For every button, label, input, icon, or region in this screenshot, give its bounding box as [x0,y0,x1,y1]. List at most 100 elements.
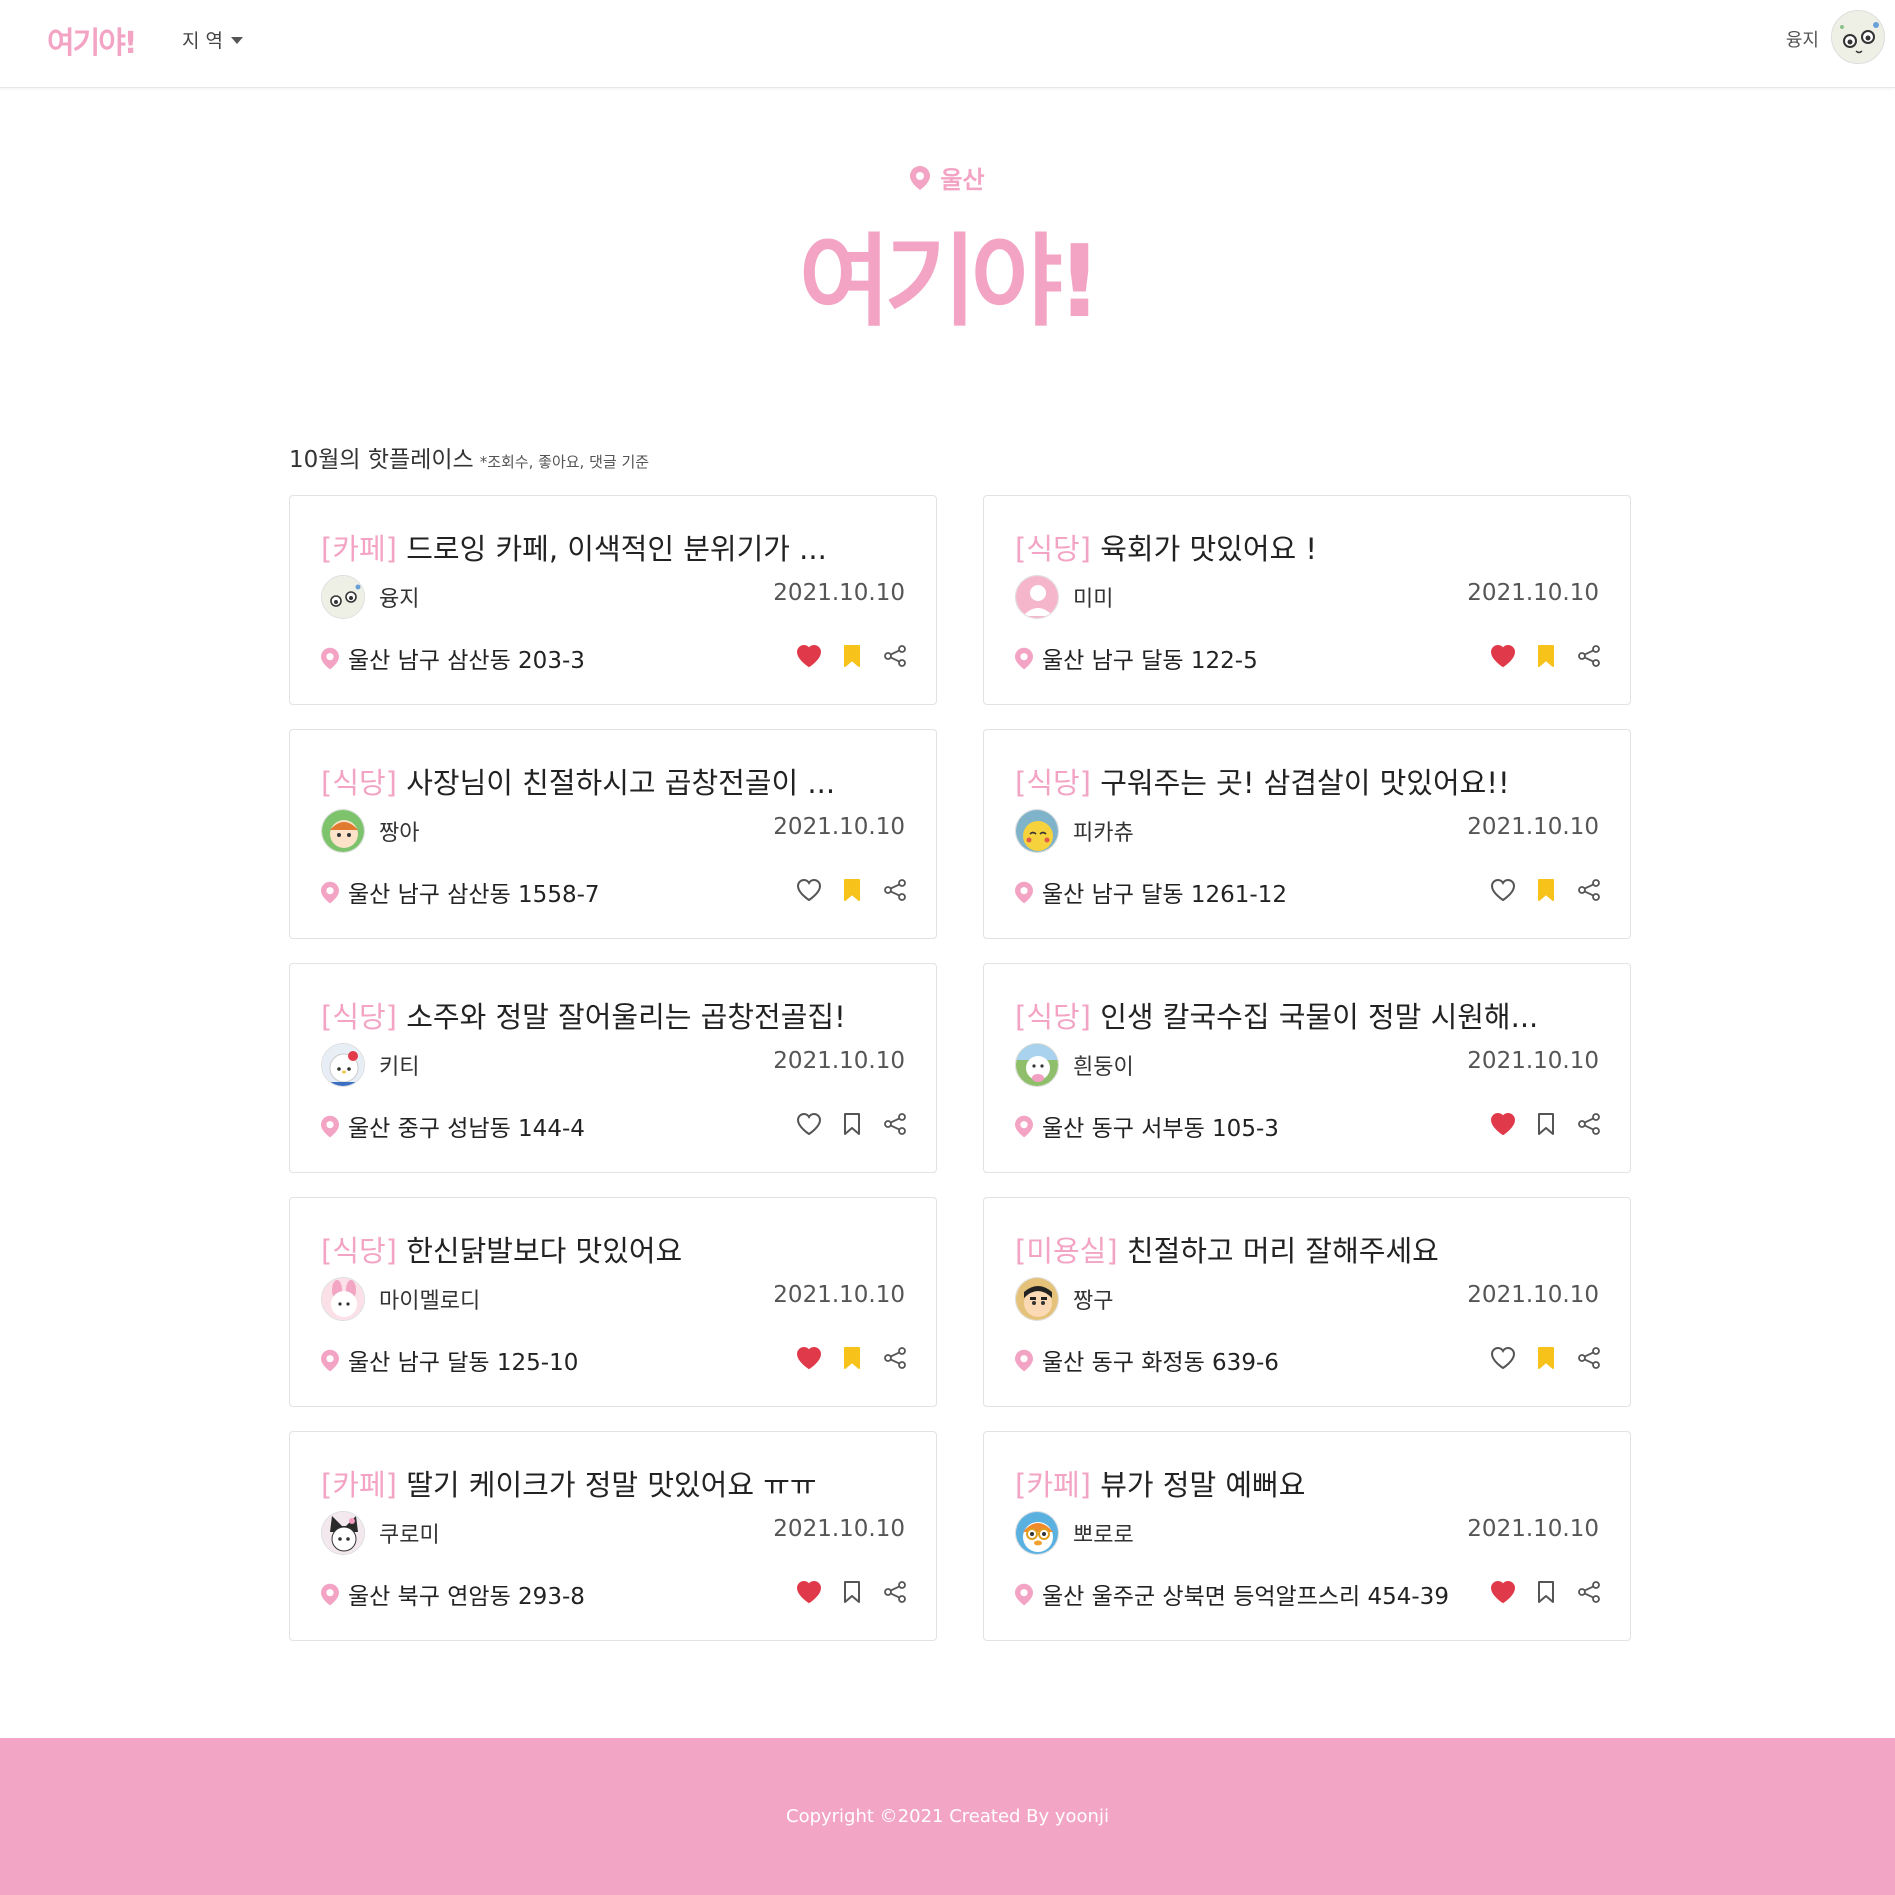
place-card-9[interactable]: [카페] 딸기 케이크가 정말 맛있어요 ㅠㅠ 쿠로미 2021.10.10 울… [289,1431,937,1641]
place-card-2[interactable]: [식당] 육회가 맛있어요 ! 미미 2021.10.10 울산 남구 달동 1… [983,495,1631,705]
author-name: 피카츄 [1073,821,1134,846]
card-title-text: 딸기 케이크가 정말 맛있어요 ㅠㅠ [406,1468,817,1502]
card-date: 2021.10.10 [773,1282,905,1308]
card-date: 2021.10.10 [773,814,905,840]
place-card-4[interactable]: [식당] 구워주는 곳! 삼겹살이 맛있어요!! 피카츄 2021.10.10 … [983,729,1631,939]
card-date: 2021.10.10 [773,1516,905,1542]
card-category: [식당] [1015,766,1091,800]
card-actions [1490,643,1602,669]
share-icon[interactable] [1576,1579,1602,1605]
place-card-6[interactable]: [식당] 인생 칼국수집 국물이 정말 시원해... 흰둥이 2021.10.1… [983,963,1631,1173]
share-icon[interactable] [1576,643,1602,669]
address-text: 울산 남구 삼산동 1558-7 [348,882,600,908]
region-dropdown[interactable]: 지 역 [182,26,243,53]
avatar-yoonji [321,575,365,619]
card-author: 흰둥이 [1015,1043,1134,1087]
heart-filled-icon[interactable] [1490,1579,1516,1605]
region-dropdown-label: 지 역 [182,30,223,52]
bookmark-filled-icon[interactable] [839,1345,865,1371]
avatar-pororo [1015,1511,1059,1555]
bookmark-filled-icon[interactable] [839,643,865,669]
caret-down-icon [231,37,243,44]
bookmark-filled-icon[interactable] [1533,1345,1559,1371]
heart-outline-icon[interactable] [1490,877,1516,903]
card-title[interactable]: [식당] 사장님이 친절하시고 곱창전골이 ... [321,760,905,802]
card-title-text: 한신닭발보다 맛있어요 [406,1234,683,1268]
share-icon[interactable] [882,643,908,669]
card-actions [796,1111,908,1137]
share-icon[interactable] [882,1579,908,1605]
location-pin-icon [1015,647,1033,669]
user-avatar[interactable] [1831,10,1885,64]
share-icon[interactable] [882,877,908,903]
avatar-melody [321,1277,365,1321]
share-icon[interactable] [1576,1111,1602,1137]
location-pin-icon [1015,881,1033,903]
card-title-text: 구워주는 곳! 삼겹살이 맛있어요!! [1100,766,1510,800]
avatar-whitey [1015,1043,1059,1087]
hero-title: 여기야! [798,223,1103,340]
heart-outline-icon[interactable] [1490,1345,1516,1371]
card-title[interactable]: [식당] 소주와 정말 잘어울리는 곱창전골집! [321,994,905,1036]
card-actions [1490,1111,1602,1137]
address-text: 울산 동구 화정동 639-6 [1042,1350,1279,1376]
card-title[interactable]: [식당] 한신닭발보다 맛있어요 [321,1228,905,1270]
heart-outline-icon[interactable] [796,1111,822,1137]
bookmark-filled-icon[interactable] [1533,877,1559,903]
share-icon[interactable] [1576,1345,1602,1371]
section-note: *조회수, 좋아요, 댓글 기준 [479,453,650,471]
card-date: 2021.10.10 [773,1048,905,1074]
card-title[interactable]: [식당] 구워주는 곳! 삼겹살이 맛있어요!! [1015,760,1599,802]
card-title[interactable]: [카페] 드로잉 카페, 이색적인 분위기가 ... [321,526,905,568]
place-card-5[interactable]: [식당] 소주와 정말 잘어울리는 곱창전골집! 키티 2021.10.10 울… [289,963,937,1173]
card-title[interactable]: [카페] 뷰가 정말 예뻐요 [1015,1462,1599,1504]
card-actions [796,1579,908,1605]
heart-outline-icon[interactable] [796,877,822,903]
place-card-3[interactable]: [식당] 사장님이 친절하시고 곱창전골이 ... 짱아 2021.10.10 … [289,729,937,939]
heart-filled-icon[interactable] [796,643,822,669]
card-author: 짱아 [321,809,419,853]
logo[interactable]: 여기야! [47,18,137,62]
user-name[interactable]: 융지 [1786,26,1819,52]
card-actions [796,877,908,903]
card-actions [1490,1345,1602,1371]
author-name: 흰둥이 [1073,1055,1134,1080]
section-title-text: 10월의 핫플레이스 [289,447,474,473]
bookmark-outline-icon[interactable] [1533,1111,1559,1137]
card-actions [1490,1579,1602,1605]
card-title-text: 인생 칼국수집 국물이 정말 시원해... [1100,1000,1539,1034]
bookmark-outline-icon[interactable] [839,1579,865,1605]
place-card-10[interactable]: [카페] 뷰가 정말 예뻐요 뽀로로 2021.10.10 울산 울주군 상북면… [983,1431,1631,1641]
card-title[interactable]: [카페] 딸기 케이크가 정말 맛있어요 ㅠㅠ [321,1462,905,1504]
bookmark-outline-icon[interactable] [1533,1579,1559,1605]
card-category: [미용실] [1015,1234,1118,1268]
card-category: [식당] [1015,532,1091,566]
card-title[interactable]: [식당] 인생 칼국수집 국물이 정말 시원해... [1015,994,1599,1036]
heart-filled-icon[interactable] [796,1579,822,1605]
heart-filled-icon[interactable] [796,1345,822,1371]
heart-filled-icon[interactable] [1490,643,1516,669]
share-icon[interactable] [882,1111,908,1137]
card-title[interactable]: [식당] 육회가 맛있어요 ! [1015,526,1599,568]
address-text: 울산 북구 연암동 293-8 [348,1584,585,1610]
bookmark-filled-icon[interactable] [839,877,865,903]
place-card-8[interactable]: [미용실] 친절하고 머리 잘해주세요 짱구 2021.10.10 울산 동구 … [983,1197,1631,1407]
heart-filled-icon[interactable] [1490,1111,1516,1137]
card-title-text: 뷰가 정말 예뻐요 [1100,1468,1306,1502]
author-name: 미미 [1073,587,1114,612]
bookmark-filled-icon[interactable] [1533,643,1559,669]
place-card-1[interactable]: [카페] 드로잉 카페, 이색적인 분위기가 ... 융지 2021.10.10… [289,495,937,705]
place-card-7[interactable]: [식당] 한신닭발보다 맛있어요 마이멜로디 2021.10.10 울산 남구 … [289,1197,937,1407]
share-icon[interactable] [882,1345,908,1371]
share-icon[interactable] [1576,877,1602,903]
bookmark-outline-icon[interactable] [839,1111,865,1137]
hot-place-grid: [카페] 드로잉 카페, 이색적인 분위기가 ... 융지 2021.10.10… [289,495,1631,1641]
card-title[interactable]: [미용실] 친절하고 머리 잘해주세요 [1015,1228,1599,1270]
avatar-kuromi [321,1511,365,1555]
card-title-text: 소주와 정말 잘어울리는 곱창전골집! [406,1000,846,1034]
location-pin-icon [1015,1583,1033,1605]
card-author: 피카츄 [1015,809,1134,853]
avatar-jjangu [1015,1277,1059,1321]
card-date: 2021.10.10 [1467,1282,1599,1308]
card-category: [카페] [1015,1468,1091,1502]
